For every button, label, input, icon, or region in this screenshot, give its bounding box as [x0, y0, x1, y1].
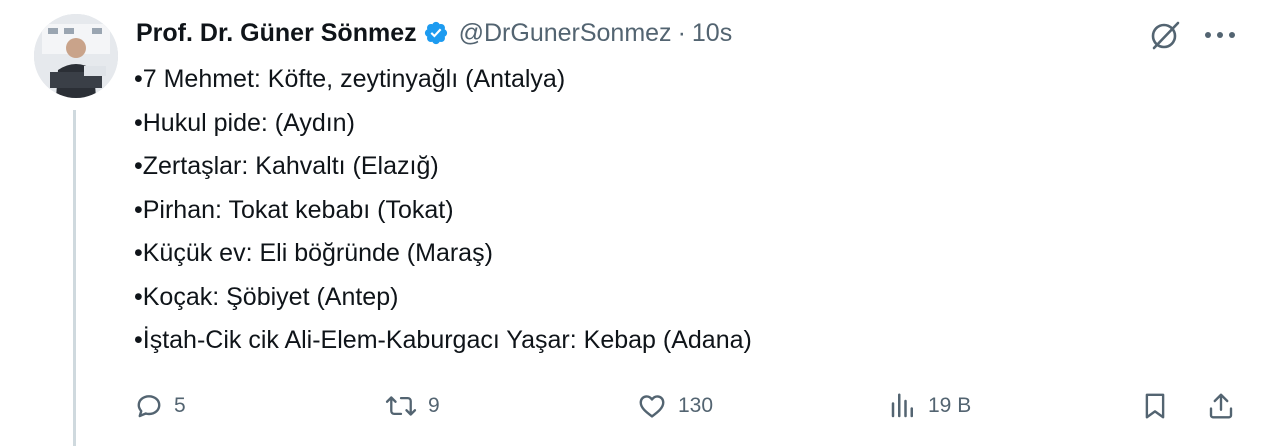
views-button[interactable]: 19 B — [888, 388, 971, 424]
timestamp[interactable]: 10s — [692, 19, 732, 48]
like-button[interactable]: 130 — [636, 388, 713, 424]
action-bar: 5 9 130 19 B — [134, 388, 1244, 424]
retweet-button[interactable]: 9 — [384, 388, 440, 424]
more-icon[interactable] — [1200, 18, 1240, 52]
share-button[interactable] — [1206, 388, 1236, 424]
tweet-header: Prof. Dr. Güner Sönmez @DrGunerSonmez · … — [136, 14, 732, 52]
thread-line — [73, 110, 76, 446]
author-handle[interactable]: @DrGunerSonmez — [459, 19, 672, 48]
retweet-count: 9 — [428, 394, 440, 417]
avatar[interactable] — [34, 14, 118, 98]
tweet-line: •Pirhan: Tokat kebabı (Tokat) — [134, 195, 454, 224]
tweet-text: •7 Mehmet: Köfte, zeytinyağlı (Antalya) … — [134, 58, 752, 363]
tweet-line: •Zertaşlar: Kahvaltı (Elazığ) — [134, 152, 439, 180]
tweet-line: •7 Mehmet: Köfte, zeytinyağlı (Antalya) — [134, 65, 566, 93]
tweet-line: •İştah-Cik cik Ali-Elem-Kaburgacı Yaşar:… — [134, 326, 752, 354]
bookmark-button[interactable] — [1140, 388, 1170, 424]
author-name[interactable]: Prof. Dr. Güner Sönmez — [136, 19, 417, 48]
like-icon — [636, 391, 668, 421]
reply-count: 5 — [174, 394, 186, 417]
reply-button[interactable]: 5 — [134, 388, 186, 424]
share-icon — [1206, 390, 1236, 422]
verified-badge-icon — [423, 20, 449, 46]
like-count: 130 — [678, 394, 714, 417]
views-icon — [888, 391, 918, 421]
bookmark-icon — [1140, 390, 1170, 422]
tweet-line: •Hukul pide: (Aydın) — [134, 108, 355, 137]
separator-dot: · — [677, 18, 686, 47]
reply-icon — [134, 391, 164, 421]
views-count: 19 B — [928, 394, 972, 417]
retweet-icon — [384, 391, 418, 421]
tweet-line: •Koçak: Şöbiyet (Antep) — [134, 282, 399, 311]
grok-icon[interactable] — [1148, 18, 1182, 52]
tweet-line: •Küçük ev: Eli böğründe (Maraş) — [134, 239, 493, 267]
